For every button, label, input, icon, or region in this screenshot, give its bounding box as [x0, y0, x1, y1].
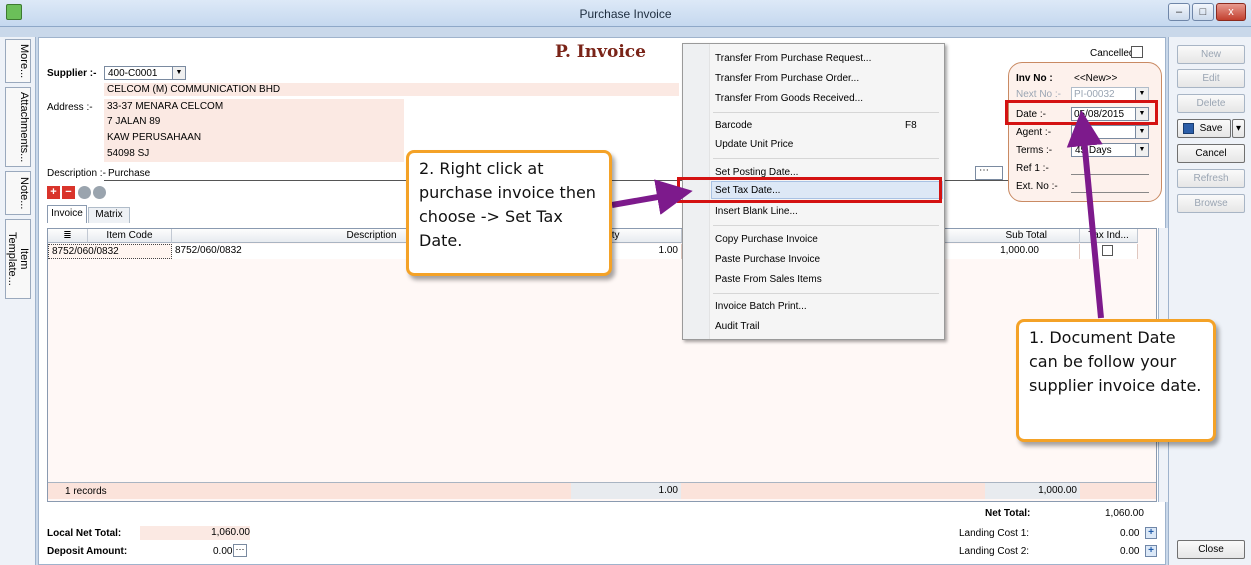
arrow-to-set-tax-date: [611, 179, 693, 215]
annotation-arrows: [611, 110, 1104, 319]
arrow-to-date-field: [1066, 110, 1104, 319]
callout-step-2: 2. Right click at purchase invoice then …: [406, 150, 612, 276]
callout-step-1: 1. Document Date can be follow your supp…: [1016, 319, 1216, 442]
